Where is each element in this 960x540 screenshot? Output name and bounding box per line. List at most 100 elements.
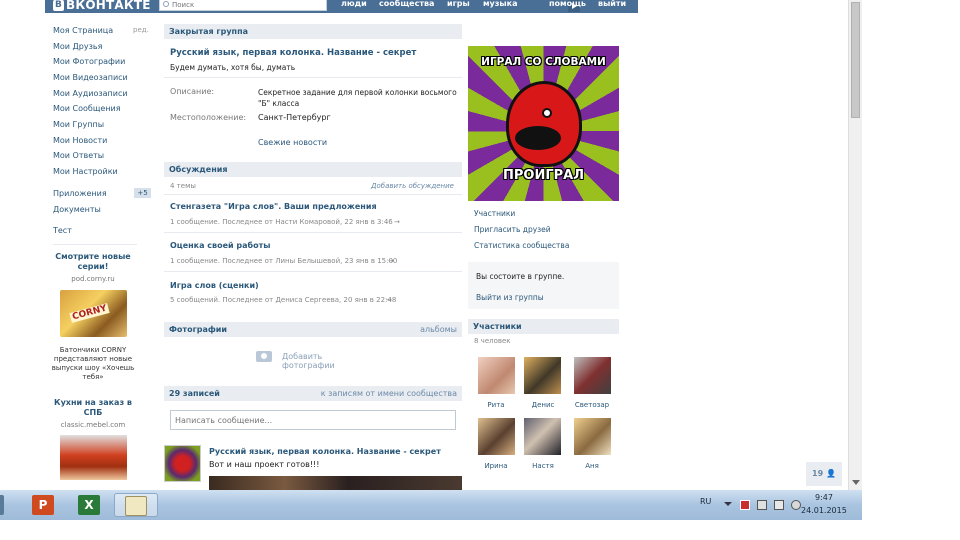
- photos-header[interactable]: Фотографии альбомы: [164, 322, 462, 337]
- member-name-4[interactable]: Ирина: [473, 462, 519, 470]
- scroll-down-icon[interactable]: [852, 480, 860, 485]
- member-name-3[interactable]: Светозар: [569, 401, 615, 409]
- topic-2-meta[interactable]: 1 сообщение. Последнее от Лины Белышевой…: [170, 257, 397, 265]
- member-name-5[interactable]: Настя: [520, 462, 566, 470]
- divider: [164, 232, 462, 233]
- system-tray: RU 9:47 24.01.2015: [698, 490, 862, 520]
- member-avatar-3[interactable]: [574, 357, 611, 394]
- post-author-avatar[interactable]: [164, 445, 201, 482]
- leave-group-link[interactable]: Выйти из группы: [476, 293, 544, 302]
- ad1-text[interactable]: Батончики CORNY представляют новые выпус…: [45, 346, 141, 382]
- topic-3-meta[interactable]: 5 сообщений. Последнее от Дениса Сергеев…: [170, 296, 396, 304]
- menu-test[interactable]: Тест: [53, 226, 72, 235]
- menu-documents[interactable]: Документы: [53, 205, 101, 214]
- topic-2-title[interactable]: Оценка своей работы: [170, 241, 271, 250]
- arrow-icon[interactable]: →: [388, 257, 394, 265]
- app-icon: [0, 495, 4, 515]
- taskbar-excel[interactable]: X: [70, 493, 108, 517]
- member-name-1[interactable]: Рита: [473, 401, 519, 409]
- members-header[interactable]: Участники: [468, 319, 619, 334]
- wall-filter-link[interactable]: к записям от имени сообщества: [321, 386, 457, 401]
- menu-apps[interactable]: Приложения: [53, 189, 107, 198]
- edit-link[interactable]: ред.: [133, 26, 149, 34]
- nav-music[interactable]: музыка: [483, 0, 517, 8]
- add-photos-label: Добавить фотографии: [282, 352, 335, 370]
- arrow-icon[interactable]: →: [394, 218, 400, 226]
- apps-badge[interactable]: +5: [134, 188, 151, 198]
- add-discussion-link[interactable]: Добавить обсуждение: [371, 182, 454, 190]
- cover-caption-top: ИГРАЛ СО СЛОВАМИ: [481, 56, 606, 68]
- nav-games[interactable]: игры: [447, 0, 470, 8]
- photos-title: Фотографии: [169, 325, 228, 334]
- person-icon: 👤: [825, 469, 836, 478]
- language-indicator[interactable]: RU: [700, 497, 711, 506]
- arrow-icon[interactable]: →: [386, 296, 392, 304]
- menu-videos[interactable]: Мои Видеозаписи: [53, 73, 128, 82]
- member-name-6[interactable]: Аня: [569, 462, 615, 470]
- albums-link[interactable]: альбомы: [420, 322, 457, 337]
- vk-logo[interactable]: В ВКОНТАКТЕ: [53, 0, 151, 12]
- network-icon[interactable]: [774, 500, 784, 510]
- member-avatar-4[interactable]: [478, 418, 515, 455]
- bird-beak: [515, 126, 561, 150]
- search-box[interactable]: [159, 0, 327, 11]
- add-photos-button[interactable]: Добавить фотографии: [256, 350, 376, 370]
- group-cover-image[interactable]: ИГРАЛ СО СЛОВАМИ ПРОИГРАЛ: [468, 46, 619, 201]
- ad2-url[interactable]: classic.mebel.com: [45, 421, 141, 429]
- show-hidden-icons-icon[interactable]: [724, 502, 732, 506]
- member-avatar-2[interactable]: [524, 357, 561, 394]
- like-counter[interactable]: 19 👤: [806, 462, 842, 486]
- topic-3-title[interactable]: Игра слов (сценки): [170, 281, 259, 290]
- flag-icon[interactable]: [740, 500, 750, 510]
- taskbar-app-partial[interactable]: [0, 493, 8, 517]
- powerpoint-icon: P: [32, 495, 54, 515]
- ad1-url[interactable]: pod.corny.ru: [45, 275, 141, 283]
- scrollbar-thumb[interactable]: [851, 2, 860, 118]
- discussions-title: Обсуждения: [169, 165, 228, 174]
- nav-logout[interactable]: выйти: [598, 0, 626, 8]
- member-avatar-5[interactable]: [524, 418, 561, 455]
- member-avatar-6[interactable]: [574, 418, 611, 455]
- menu-groups[interactable]: Мои Группы: [53, 120, 104, 129]
- menu-photos[interactable]: Мои Фотографии: [53, 57, 125, 66]
- nav-help[interactable]: помощь: [549, 0, 586, 8]
- wall-message-input[interactable]: [170, 410, 456, 430]
- member-name-2[interactable]: Денис: [520, 401, 566, 409]
- ad2-title[interactable]: Кухни на заказ в СПБ: [45, 398, 141, 418]
- menu-audio[interactable]: Мои Аудиозаписи: [53, 89, 128, 98]
- tray-app-icon[interactable]: [757, 500, 767, 510]
- invite-friends-link[interactable]: Пригласить друзей: [474, 225, 551, 234]
- taskbar-active-window[interactable]: [114, 493, 158, 517]
- topic-1-meta[interactable]: 1 сообщение. Последнее от Насти Комарово…: [170, 218, 393, 226]
- nav-people[interactable]: люди: [341, 0, 367, 8]
- menu-friends[interactable]: Мои Друзья: [53, 42, 102, 51]
- post-author[interactable]: Русский язык, первая колонка. Название -…: [209, 447, 441, 456]
- ad2-image[interactable]: [60, 435, 127, 480]
- topic-1-title[interactable]: Стенгазета "Игра слов". Ваши предложения: [170, 202, 377, 211]
- menu-news[interactable]: Мои Новости: [53, 136, 107, 145]
- post-text: Вот и наш проект готов!!!: [209, 460, 320, 469]
- menu-settings[interactable]: Мои Настройки: [53, 167, 118, 176]
- search-input[interactable]: [172, 0, 322, 10]
- menu-answers[interactable]: Мои Ответы: [53, 151, 104, 160]
- members-count: 8 человек: [474, 337, 511, 345]
- discussions-header[interactable]: Обсуждения: [164, 162, 462, 177]
- vertical-scrollbar[interactable]: [848, 0, 862, 490]
- ad1-title[interactable]: Смотрите новые серии!: [45, 252, 141, 272]
- bird-cartoon: [506, 81, 582, 167]
- divider: [164, 194, 462, 195]
- nav-communities[interactable]: сообщества: [379, 0, 434, 8]
- menu-messages[interactable]: Мои Сообщения: [53, 104, 121, 113]
- volume-icon[interactable]: [791, 500, 801, 510]
- member-avatar-1[interactable]: [478, 357, 515, 394]
- wall-count: 29 записей: [169, 389, 220, 398]
- taskbar-powerpoint[interactable]: P: [24, 493, 62, 517]
- clock-time[interactable]: 9:47: [815, 493, 833, 502]
- statistics-link[interactable]: Статистика сообщества: [474, 241, 569, 250]
- fresh-news-link[interactable]: Свежие новости: [258, 138, 327, 147]
- members-link[interactable]: Участники: [474, 209, 515, 218]
- ad1-image[interactable]: [60, 290, 127, 337]
- vk-logo-badge: В: [53, 0, 64, 11]
- menu-my-page[interactable]: Моя Страница: [53, 26, 113, 35]
- clock-date[interactable]: 24.01.2015: [801, 506, 847, 515]
